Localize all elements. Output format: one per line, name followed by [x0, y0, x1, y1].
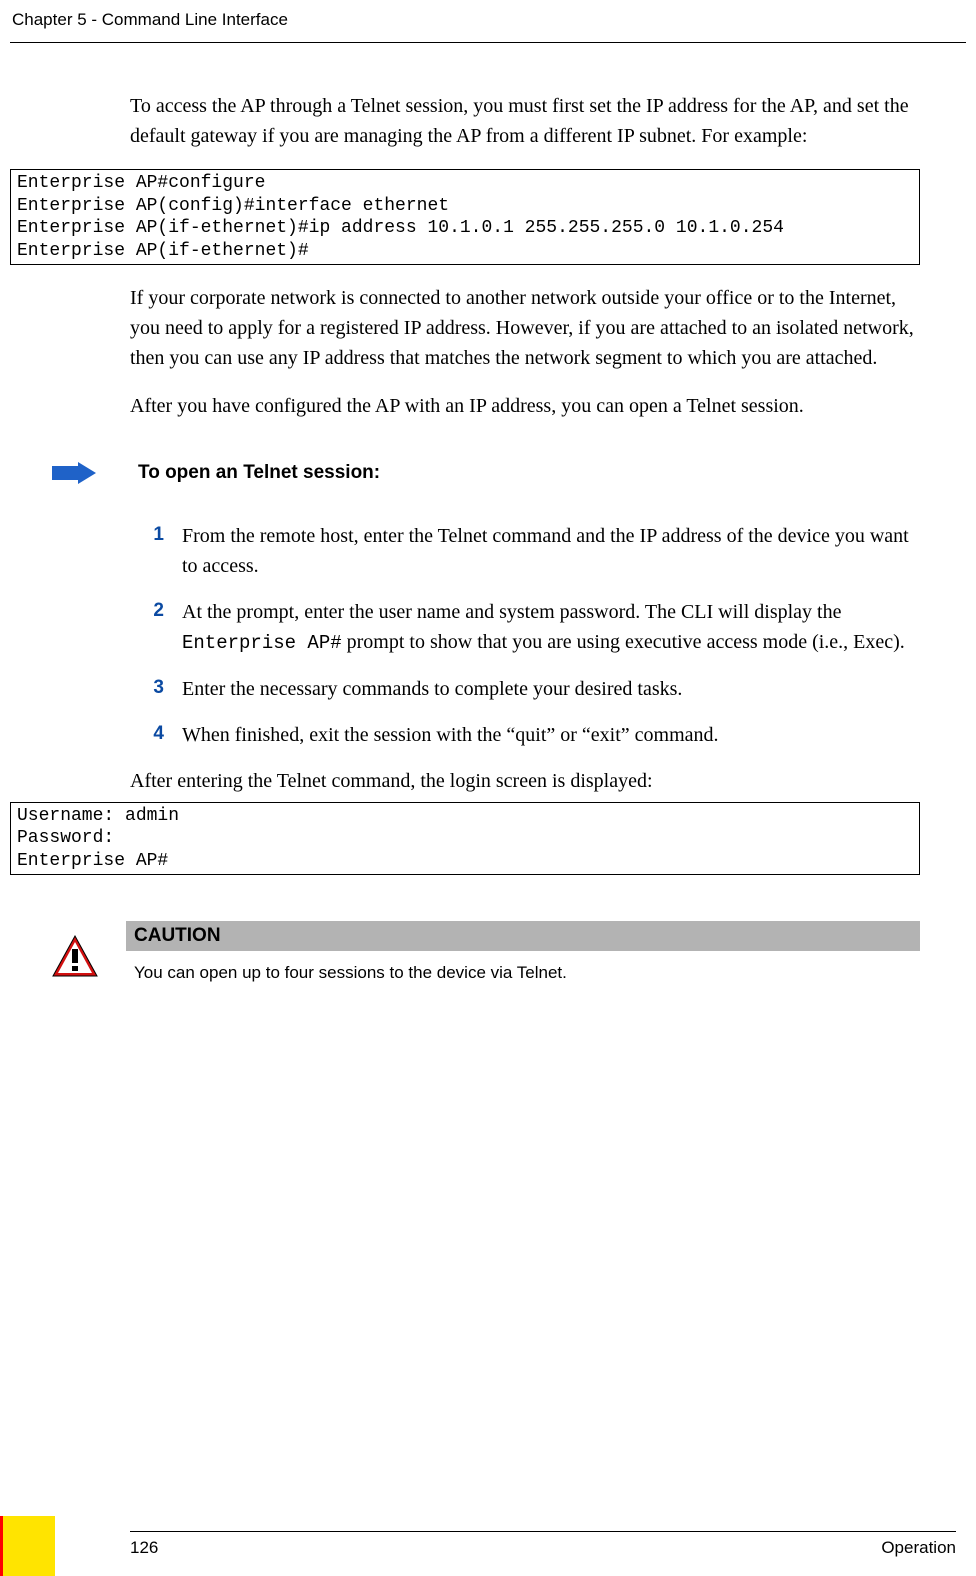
warning-icon	[52, 933, 98, 979]
page-number: 126	[130, 1538, 158, 1558]
step-number: 2	[130, 597, 182, 658]
step-item: 1 From the remote host, enter the Telnet…	[130, 521, 920, 581]
step-number: 3	[130, 674, 182, 704]
caution-text: You can open up to four sessions to the …	[126, 951, 920, 995]
intro-paragraph: To access the AP through a Telnet sessio…	[130, 91, 920, 151]
step-text: At the prompt, enter the user name and s…	[182, 597, 920, 658]
footer-row: 126 Operation	[0, 1538, 966, 1558]
step-text-mono: Enterprise AP#	[182, 632, 342, 654]
step-number: 1	[130, 521, 182, 581]
caution-heading: CAUTION	[126, 921, 920, 951]
code-block-configure: Enterprise AP#configure Enterprise AP(co…	[10, 169, 920, 265]
paragraph-network: If your corporate network is connected t…	[130, 283, 920, 373]
step-item: 3 Enter the necessary commands to comple…	[130, 674, 920, 704]
step-number: 4	[130, 720, 182, 750]
paragraph-telnet-open: After you have configured the AP with an…	[130, 391, 920, 421]
step-text: From the remote host, enter the Telnet c…	[182, 521, 920, 581]
step-text: When finished, exit the session with the…	[182, 720, 920, 750]
step-item: 2 At the prompt, enter the user name and…	[130, 597, 920, 658]
code-block-login: Username: admin Password: Enterprise AP#	[10, 802, 920, 876]
step-text: Enter the necessary commands to complete…	[182, 674, 920, 704]
step-text-prefix: At the prompt, enter the user name and s…	[182, 601, 842, 623]
paragraph-login-screen: After entering the Telnet command, the l…	[130, 766, 920, 796]
procedure-title: To open an Telnet session:	[138, 462, 380, 484]
step-text-suffix: prompt to show that you are using execut…	[342, 631, 905, 653]
caution-body: CAUTION You can open up to four sessions…	[126, 921, 920, 995]
footer: 126 Operation	[0, 1531, 966, 1558]
caution-block: CAUTION You can open up to four sessions…	[52, 921, 920, 995]
procedure-heading-row: To open an Telnet session:	[52, 459, 920, 487]
footer-rule	[130, 1531, 956, 1532]
step-item: 4 When finished, exit the session with t…	[130, 720, 920, 750]
chapter-header: Chapter 5 - Command Line Interface	[0, 10, 976, 38]
arrow-icon	[52, 459, 96, 487]
margin-stripe	[0, 1516, 55, 1576]
section-label: Operation	[881, 1538, 956, 1558]
steps-list: 1 From the remote host, enter the Telnet…	[130, 521, 920, 750]
main-content: To access the AP through a Telnet sessio…	[0, 43, 976, 995]
